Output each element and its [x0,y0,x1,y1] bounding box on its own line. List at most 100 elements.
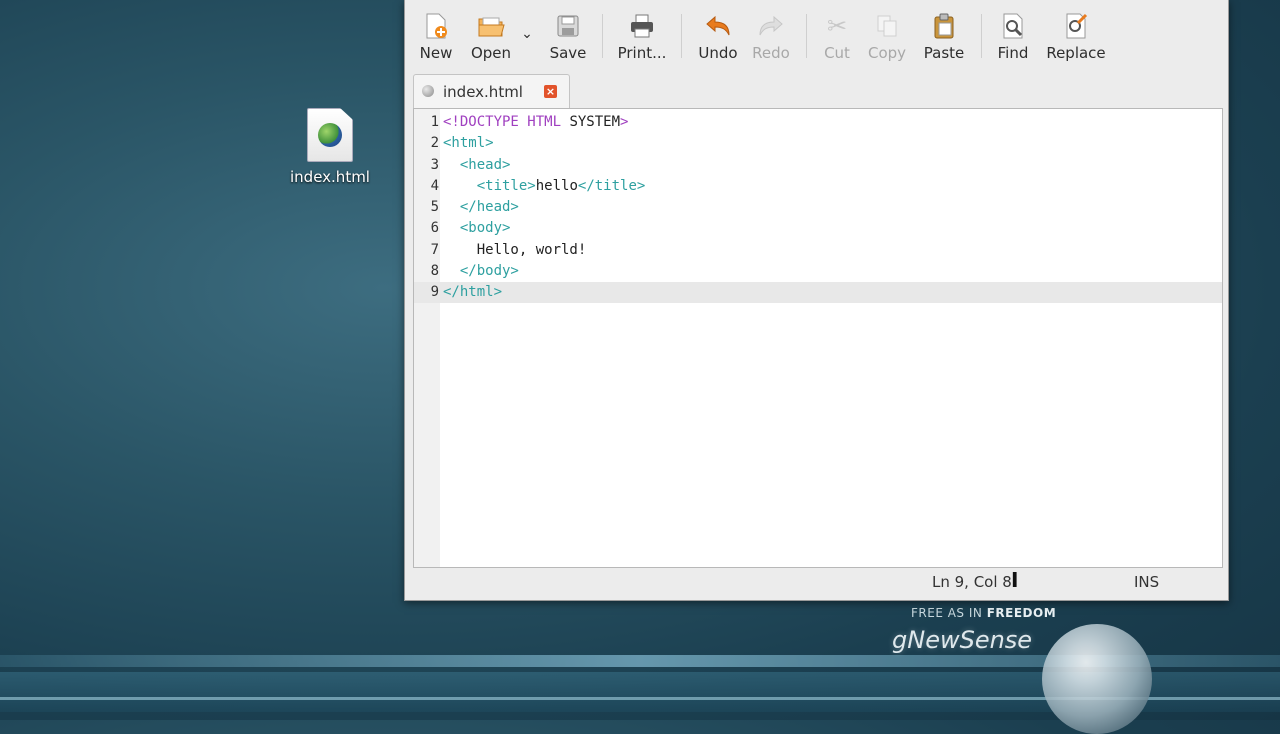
copy-icon [872,12,902,40]
printer-icon [627,12,657,40]
code-line[interactable]: 2 <html> [414,133,1222,154]
redo-icon [756,12,786,40]
undo-icon [703,12,733,40]
line-code: </body> [443,261,519,282]
cursor-position: Ln 9, Col 8 [932,573,1012,591]
code-line[interactable]: 3 <head> [414,155,1222,176]
copy-label: Copy [867,44,907,62]
line-number: 3 [430,156,439,173]
code-token: > [620,114,629,130]
line-code: <title>hello</title> [443,176,646,197]
line-number: 6 [430,220,439,237]
open-dropdown-button[interactable]: ⌄ [514,0,540,84]
clipboard-paste-icon [929,12,959,40]
line-code: <!DOCTYPE HTML SYSTEM> [443,112,628,133]
line-number: 5 [430,199,439,215]
scissors-icon: ✂ [826,12,848,40]
brand-tagline-bold: FREEDOM [986,606,1057,620]
code-line[interactable]: 8 </body> [414,261,1222,282]
code-token: </title> [577,177,646,194]
tab-label: index.html [443,83,523,101]
chevron-down-icon: ⌄ [521,26,533,42]
line-code: <body> [443,218,511,239]
open-folder-icon [476,12,506,40]
code-token: <title> [476,177,536,194]
line-code: <html> [443,133,494,154]
line-code: </head> [443,197,519,218]
find-button[interactable]: Find [996,0,1030,70]
undo-button[interactable]: Undo [696,0,740,70]
find-magnifier-icon [998,12,1028,40]
status-bar: Ln 9, Col 8 INS [405,568,1228,598]
text-editor-window: New Open ⌄ Save Print... Undo Redo ✂ Cut… [404,0,1229,601]
brand-tagline: FREE AS IN FREEDOM [911,606,1056,620]
brand-name: gNewSense [892,626,1033,654]
code-line[interactable]: 5 </head> [414,197,1222,218]
undo-label: Undo [698,44,738,62]
print-label: Print... [617,44,667,62]
globe-icon [318,123,342,147]
save-button[interactable]: Save [548,0,588,70]
cut-label: Cut [824,44,850,62]
code-token: Hello, world! [476,241,587,258]
document-tabs: index.html × [413,74,1225,109]
toolbar-separator [981,14,982,58]
code-token: hello [535,177,578,194]
insert-mode-indicator[interactable]: INS [1134,573,1159,591]
code-token: </head> [459,199,519,215]
code-editor[interactable]: 1 <!DOCTYPE HTML SYSTEM> 2 <html> 3 <head> 4 … [413,108,1223,592]
find-label: Find [997,44,1029,62]
replace-label: Replace [1046,44,1106,62]
code-line[interactable]: 7 Hello, world! [414,240,1222,261]
line-number: 9 [430,284,439,300]
new-document-icon [421,12,451,40]
print-button[interactable]: Print... [616,0,668,70]
cut-button[interactable]: ✂ Cut [823,0,851,70]
redo-button[interactable]: Redo [752,0,790,70]
paste-button[interactable]: Paste [922,0,966,70]
line-number: 1 [430,114,439,130]
line-code: Hello, world! [443,240,587,261]
code-token: <head> [459,156,511,173]
brand-orb-logo [1042,624,1152,734]
new-button[interactable]: New [416,0,456,70]
code-line[interactable]: 6 <body> [414,218,1222,239]
copy-button[interactable]: Copy [867,0,907,70]
code-token: <html> [443,135,494,152]
toolbar-separator [806,14,807,58]
open-button[interactable]: Open [468,0,514,70]
toolbar-separator [681,14,682,58]
desktop-file-icon-index-html[interactable]: index.html [280,108,380,186]
code-line[interactable]: 4 <title>hello</title> [414,176,1222,197]
code-token: <!DOCTYPE HTML [443,114,570,130]
save-label: Save [549,44,587,62]
code-line[interactable]: 1 <!DOCTYPE HTML SYSTEM> [414,112,1222,133]
replace-button[interactable]: Replace [1044,0,1108,70]
code-line[interactable]: 9 </html> [414,282,1222,303]
close-icon[interactable]: × [544,85,557,98]
redo-label: Redo [752,44,790,62]
code-token: </body> [459,262,519,279]
brand-tagline-prefix: FREE AS IN [911,606,987,620]
line-number: 2 [430,135,439,152]
save-icon [553,12,583,40]
open-label: Open [470,44,512,62]
new-label: New [419,44,453,62]
code-token: SYSTEM [569,114,621,130]
paste-label: Paste [923,44,965,62]
code-token: </html> [443,284,503,300]
code-token: <body> [459,220,511,237]
desktop-file-label: index.html [290,168,370,186]
toolbar-separator [602,14,603,58]
line-code: </html> [443,282,502,303]
document-status-icon [422,85,434,97]
line-code: <head> [443,155,511,176]
html-file-icon [307,108,353,162]
tab-index-html[interactable]: index.html × [413,74,570,109]
